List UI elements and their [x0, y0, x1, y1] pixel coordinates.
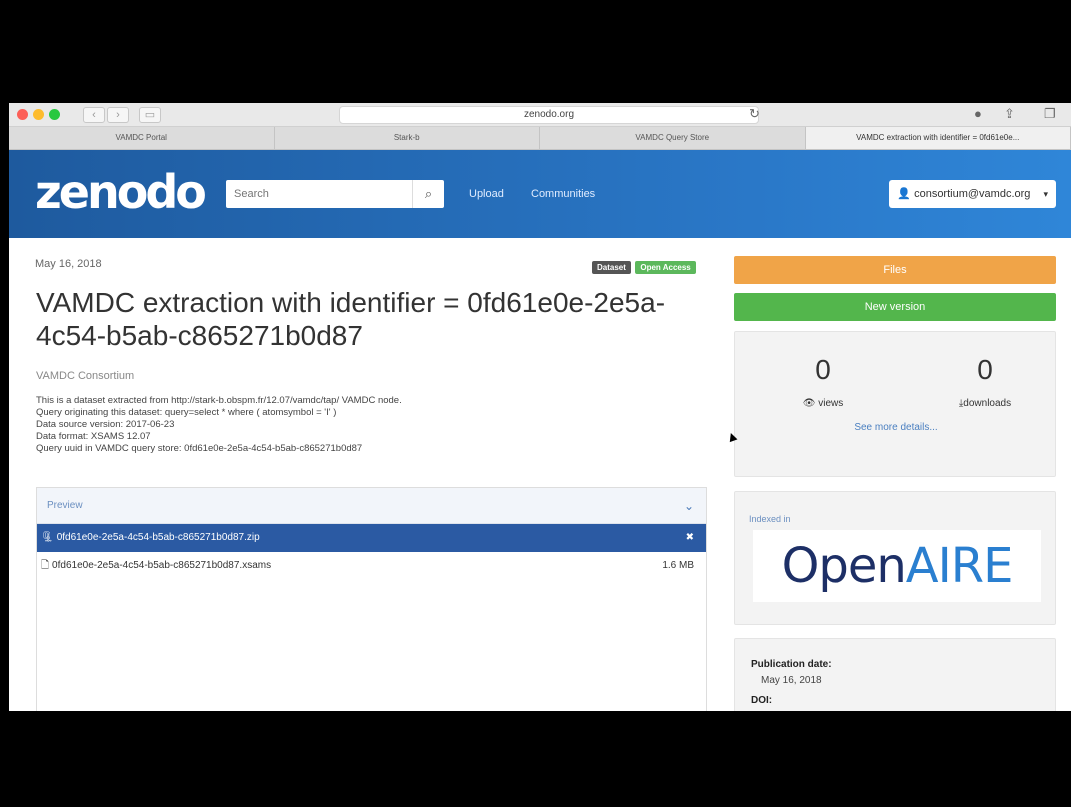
- eye-icon: 👁: [802, 398, 816, 409]
- browser-window: ‹ › ▭ zenodo.org ↻ ● ⇪ ❐ VAMDC Portal St…: [9, 103, 1071, 711]
- record-title: VAMDC extraction with identifier = 0fd61…: [36, 287, 666, 351]
- search-box: ⌕: [226, 180, 444, 208]
- user-menu-button[interactable]: 👤 consortium@vamdc.org ▾: [889, 180, 1056, 208]
- description-line: Query uuid in VAMDC query store: 0fd61e0…: [36, 443, 363, 454]
- file-name: 0fd61e0e-2e5a-4c54-b5ab-c865271b0d87.xsa…: [52, 560, 272, 571]
- user-icon: 👤: [897, 188, 912, 200]
- browser-tabbar: VAMDC Portal Stark-b VAMDC Query Store V…: [9, 127, 1071, 150]
- chevron-down-icon[interactable]: ⌄: [684, 488, 694, 524]
- browser-tab[interactable]: VAMDC Portal: [9, 127, 275, 149]
- files-button[interactable]: Files: [734, 256, 1056, 284]
- file-icon: 🗋: [41, 560, 50, 571]
- views-label: 👁 views: [802, 398, 844, 409]
- description-line: Data format: XSAMS 12.07: [36, 431, 151, 442]
- share-icon[interactable]: ⇪: [1004, 106, 1015, 122]
- preview-header[interactable]: Preview ⌄: [37, 488, 706, 524]
- back-button[interactable]: ‹: [83, 107, 105, 123]
- address-bar[interactable]: zenodo.org: [339, 106, 759, 124]
- browser-tab-active[interactable]: VAMDC extraction with identifier = 0fd61…: [805, 127, 1071, 149]
- record-author[interactable]: VAMDC Consortium: [36, 370, 134, 382]
- stats-panel: 0 0 👁 views ⤓downloads See more details.…: [734, 331, 1056, 477]
- search-icon[interactable]: ⌕: [412, 180, 444, 208]
- indexed-in-label: Indexed in: [749, 514, 791, 524]
- preview-label: Preview: [47, 500, 83, 511]
- collapse-icon[interactable]: ✖: [686, 524, 694, 552]
- reload-icon[interactable]: ↻: [749, 106, 760, 122]
- search-input[interactable]: [226, 180, 412, 208]
- new-version-button[interactable]: New version: [734, 293, 1056, 321]
- site-header: zenodo ⌕ Upload Communities 👤 consortium…: [9, 150, 1071, 238]
- file-row[interactable]: 🗋 0fd61e0e-2e5a-4c54-b5ab-c865271b0d87.xs…: [37, 552, 706, 580]
- sidebar-toggle-icon[interactable]: ▭: [139, 107, 161, 123]
- forward-button[interactable]: ›: [107, 107, 129, 123]
- nav-upload-link[interactable]: Upload: [469, 188, 504, 200]
- browser-tab[interactable]: VAMDC Query Store: [540, 127, 806, 149]
- type-badge: Dataset: [592, 261, 631, 274]
- zip-file-icon: 🗜: [41, 532, 54, 543]
- record-description: This is a dataset extracted from http://…: [36, 395, 696, 455]
- access-badge: Open Access: [635, 261, 696, 274]
- see-more-details-link[interactable]: See more details...: [735, 422, 1057, 433]
- publication-info-panel: Publication date: May 16, 2018 DOI:: [734, 638, 1056, 711]
- description-line: This is a dataset extracted from http://…: [36, 395, 402, 406]
- indexed-in-panel: Indexed in OpenAIRE: [734, 491, 1056, 625]
- user-email: consortium@vamdc.org: [914, 188, 1031, 200]
- preview-panel: Preview ⌄ 🗜 0fd61e0e-2e5a-4c54-b5ab-c8652…: [36, 487, 707, 711]
- video-letterbox-top: [0, 0, 1071, 103]
- video-letterbox-bottom: [0, 711, 1071, 807]
- downloads-count: 0: [977, 354, 993, 385]
- record-date: May 16, 2018: [35, 258, 102, 270]
- file-row[interactable]: 🗜 0fd61e0e-2e5a-4c54-b5ab-c865271b0d87.zi…: [37, 524, 706, 552]
- close-window-button[interactable]: [17, 109, 28, 120]
- record-badges: Dataset Open Access: [592, 257, 696, 275]
- browser-titlebar: ‹ › ▭ zenodo.org ↻ ● ⇪ ❐: [9, 103, 1071, 127]
- openaire-logo[interactable]: OpenAIRE: [753, 530, 1041, 602]
- description-line: Query originating this dataset: query=se…: [36, 407, 337, 418]
- nav-communities-link[interactable]: Communities: [531, 188, 595, 200]
- minimize-window-button[interactable]: [33, 109, 44, 120]
- downloads-label: ⤓downloads: [958, 398, 1012, 409]
- publication-date: May 16, 2018: [761, 675, 822, 686]
- caret-down-icon: ▾: [1043, 189, 1048, 199]
- file-size: 1.6 MB: [662, 560, 694, 571]
- description-line: Data source version: 2017-06-23: [36, 419, 175, 430]
- zoom-window-button[interactable]: [49, 109, 60, 120]
- tabs-icon[interactable]: ❐: [1044, 106, 1056, 122]
- doi-label: DOI:: [751, 695, 773, 706]
- extension-icon[interactable]: ●: [974, 106, 982, 121]
- file-name: 0fd61e0e-2e5a-4c54-b5ab-c865271b0d87.zip: [56, 532, 260, 543]
- zenodo-logo[interactable]: zenodo: [35, 169, 207, 215]
- browser-tab[interactable]: Stark-b: [275, 127, 540, 149]
- views-count: 0: [815, 354, 831, 385]
- publication-date-label: Publication date:: [751, 659, 832, 670]
